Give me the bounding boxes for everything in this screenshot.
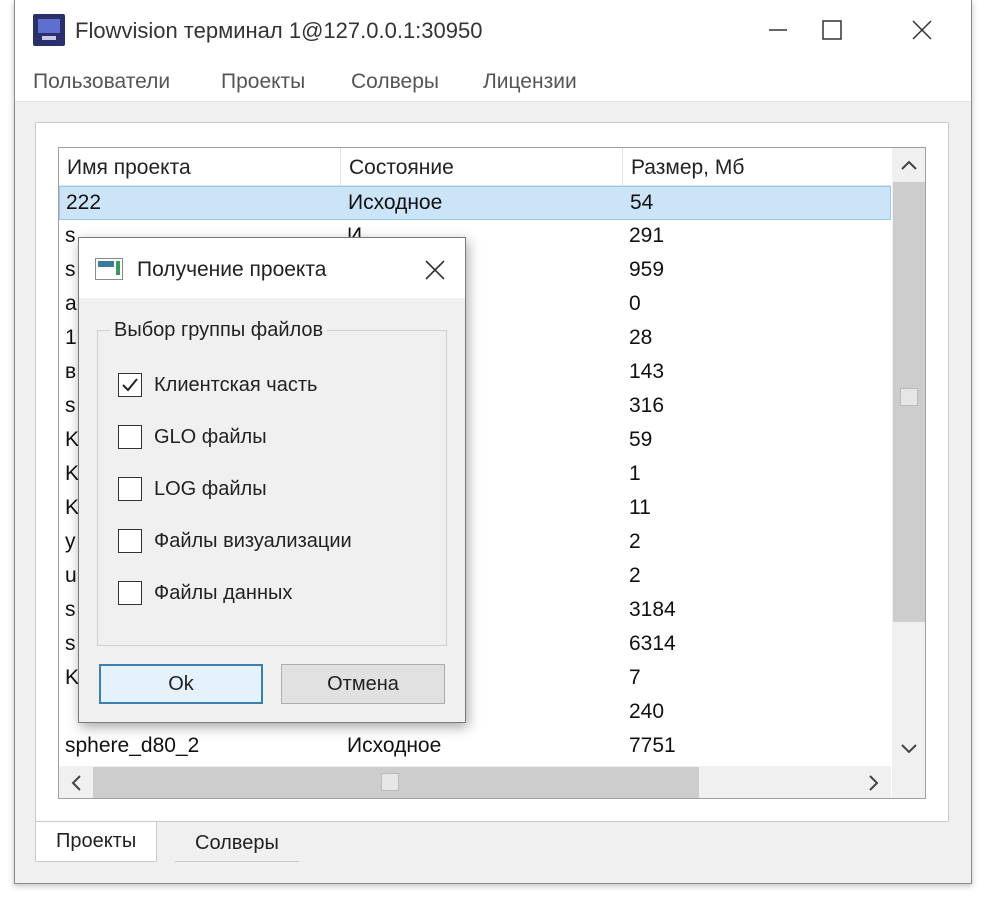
cell-size: 1: [629, 462, 641, 485]
cell-name: s: [65, 258, 76, 281]
cell-size: 7751: [629, 734, 676, 757]
file-group-label: Выбор группы файлов: [110, 319, 328, 342]
cell-name: s: [65, 598, 76, 621]
chevron-left-icon: [71, 774, 81, 791]
menu-licenses[interactable]: Лицензии: [483, 70, 577, 94]
minimize-button[interactable]: [755, 10, 801, 50]
menu-bar: Пользователи Проекты Солверы Лицензии: [15, 62, 971, 102]
column-header-name[interactable]: Имя проекта: [59, 148, 341, 186]
horizontal-scroll-grip: [381, 773, 399, 791]
get-project-dialog: Получение проекта Выбор группы файлов Кл…: [78, 237, 466, 723]
chevron-up-icon: [901, 160, 917, 170]
menu-users[interactable]: Пользователи: [33, 70, 170, 94]
option-label: Файлы данных: [154, 581, 293, 604]
cell-name: a: [65, 292, 77, 315]
option-glo-files[interactable]: GLO файлы: [118, 423, 267, 451]
cell-name: u: [65, 564, 77, 587]
checkbox-data-files[interactable]: [118, 581, 142, 605]
cell-size: 143: [629, 360, 665, 383]
dialog-title: Получение проекта: [137, 258, 327, 281]
chevron-right-icon: [869, 774, 879, 791]
cell-size: 59: [629, 428, 653, 451]
cell-name: y: [65, 530, 76, 553]
close-icon: [425, 260, 445, 280]
scrollbar-corner: [892, 766, 925, 798]
file-group-box: Выбор группы файлов Клиентская часть GLO…: [97, 319, 447, 646]
option-log-files[interactable]: LOG файлы: [118, 475, 267, 503]
option-label: GLO файлы: [154, 425, 267, 448]
cell-size: 2: [629, 564, 641, 587]
option-label: Файлы визуализации: [154, 529, 352, 552]
horizontal-scrollbar[interactable]: [59, 766, 891, 798]
cancel-button[interactable]: Отмена: [281, 664, 445, 704]
chevron-down-icon: [901, 744, 917, 754]
bottom-tabs: Проекты Солверы: [35, 822, 949, 862]
cell-size: 3184: [629, 598, 676, 621]
cell-name: 222: [66, 191, 102, 214]
cell-name: K: [65, 428, 80, 451]
checkbox-glo-files[interactable]: [118, 425, 142, 449]
maximize-button[interactable]: [809, 10, 855, 50]
checkmark-icon: [122, 378, 138, 392]
cell-size: 0: [629, 292, 641, 315]
cell-size: 291: [629, 224, 665, 247]
cell-state: Исходное: [347, 734, 442, 757]
cell-size: 316: [629, 394, 665, 417]
cell-name: sphere_d80_2: [65, 734, 200, 757]
dialog-window-icon: [95, 258, 123, 280]
column-header-size[interactable]: Размер, Мб: [623, 148, 891, 186]
title-bar: Flowvision терминал 1@127.0.0.1:30950: [15, 0, 971, 62]
cell-size: 240: [629, 700, 665, 723]
cell-name: K: [65, 462, 80, 485]
cell-size: 28: [629, 326, 653, 349]
scroll-up-button[interactable]: [892, 148, 925, 182]
list-header: Имя проекта Состояние Размер, Мб: [59, 148, 891, 186]
cell-state: Исходное: [348, 191, 443, 214]
cell-size: 54: [630, 191, 654, 214]
window-title: Flowvision терминал 1@127.0.0.1:30950: [75, 18, 483, 43]
cell-size: 11: [629, 496, 651, 519]
cell-size: 7: [629, 666, 641, 689]
option-label: Клиентская часть: [154, 373, 318, 396]
menu-solvers[interactable]: Солверы: [351, 70, 439, 94]
option-client-part[interactable]: Клиентская часть: [118, 371, 317, 399]
table-row[interactable]: sphere_d80_2 Исходное 7751: [59, 730, 891, 764]
cell-name: в: [65, 360, 77, 383]
maximize-icon: [822, 20, 842, 40]
cell-name: K: [65, 666, 80, 689]
vertical-scrollbar[interactable]: [892, 148, 925, 766]
option-data-files[interactable]: Файлы данных: [118, 579, 292, 607]
dialog-close-button[interactable]: [415, 250, 455, 290]
table-row[interactable]: 222 Исходное 54: [59, 186, 891, 220]
dialog-title-bar: Получение проекта: [79, 238, 465, 298]
app-monitor-icon: [33, 14, 65, 46]
cell-size: 2: [629, 530, 641, 553]
scroll-left-button[interactable]: [59, 766, 93, 798]
cell-name: s: [65, 224, 76, 247]
close-icon: [912, 20, 932, 40]
checkbox-log-files[interactable]: [118, 477, 142, 501]
menu-projects[interactable]: Проекты: [221, 70, 305, 94]
cell-name: s: [65, 632, 76, 655]
cell-name: 1: [65, 326, 77, 349]
checkbox-visualization-files[interactable]: [118, 529, 142, 553]
scroll-down-button[interactable]: [892, 732, 925, 766]
option-visualization-files[interactable]: Файлы визуализации: [118, 527, 352, 555]
scroll-right-button[interactable]: [857, 766, 891, 798]
cell-size: 6314: [629, 632, 676, 655]
cell-name: s: [65, 394, 76, 417]
close-button[interactable]: [899, 10, 945, 50]
ok-button[interactable]: Ok: [99, 664, 263, 704]
cell-name: K: [65, 496, 80, 519]
minimize-icon: [769, 29, 787, 31]
cell-size: 959: [629, 258, 665, 281]
tab-solvers[interactable]: Солверы: [175, 824, 299, 862]
option-label: LOG файлы: [154, 477, 267, 500]
tab-projects[interactable]: Проекты: [35, 822, 158, 862]
column-header-state[interactable]: Состояние: [341, 148, 623, 186]
checkbox-client-part[interactable]: [118, 373, 142, 397]
vertical-scroll-grip: [900, 388, 918, 406]
